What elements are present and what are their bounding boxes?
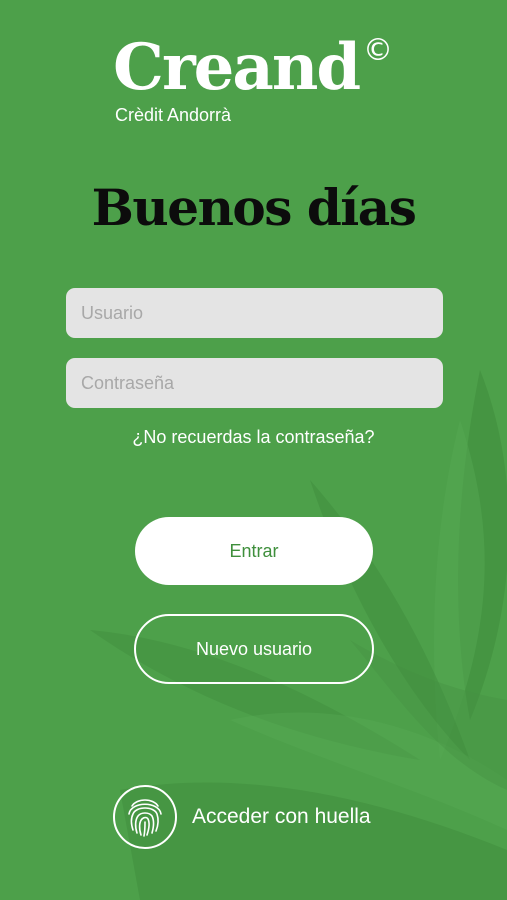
logo-wordmark: Creand	[113, 30, 361, 105]
logo-copyright-mark: ©	[363, 33, 393, 68]
fingerprint-login-button[interactable]: Acceder con huella	[112, 784, 371, 850]
logo-tagline: Crèdit Andorrà	[115, 105, 232, 125]
new-user-button[interactable]: Nuevo usuario	[134, 614, 374, 684]
greeting-heading: Buenos días	[91, 178, 417, 237]
brand-logo: Creand © Crèdit Andorrà	[113, 30, 413, 130]
login-screen: Creand © Crèdit Andorrà Buenos días ¿No …	[0, 0, 507, 900]
fingerprint-icon	[113, 785, 177, 849]
login-button[interactable]: Entrar	[135, 517, 373, 585]
forgot-password-link[interactable]: ¿No recuerdas la contraseña?	[0, 425, 507, 449]
password-input[interactable]	[66, 358, 443, 408]
fingerprint-login-label: Acceder con huella	[192, 805, 371, 828]
username-input[interactable]	[66, 288, 443, 338]
